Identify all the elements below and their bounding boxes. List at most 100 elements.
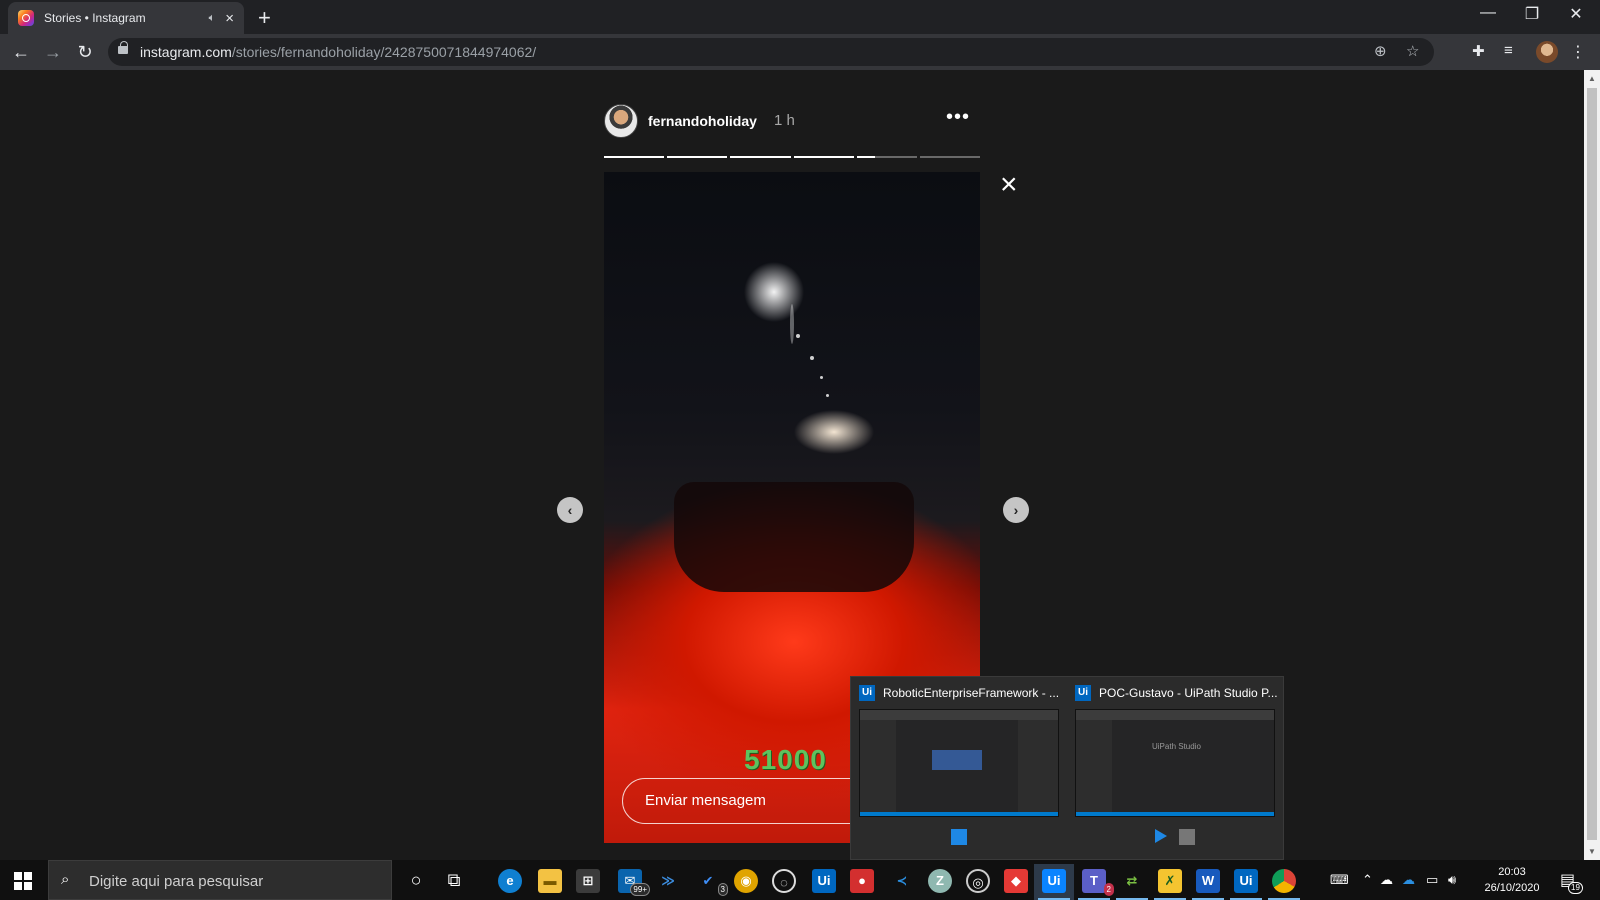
story-username[interactable]: fernandoholiday	[648, 113, 757, 129]
lock-icon[interactable]	[118, 41, 128, 54]
reply-message-input[interactable]: Enviar mensagem	[622, 778, 882, 824]
car-windshield	[674, 482, 914, 592]
progress-segment-fill	[730, 156, 791, 158]
address-bar[interactable]: instagram.com/stories/fernandoholiday/24…	[108, 38, 1434, 66]
new-tab-button[interactable]: +	[258, 5, 271, 31]
onedrive-icon[interactable]: ☁	[1380, 872, 1393, 888]
next-story-button[interactable]: ›	[1003, 497, 1029, 523]
onedrive-business-icon[interactable]: ☁	[1402, 872, 1415, 888]
network-icon[interactable]: ▭	[1426, 872, 1438, 888]
progress-segment-fill	[793, 156, 854, 158]
teams-icon[interactable]: T2	[1074, 864, 1114, 900]
story-time: 1 h	[774, 112, 795, 129]
browser-titlebar: Stories • Instagram 🔈︎ × + — ❐ ✕	[0, 0, 1600, 34]
steam-icon[interactable]: ◎	[958, 864, 998, 900]
keyboard-icon[interactable]: ⌨	[1330, 872, 1349, 888]
instagram-favicon-icon	[18, 10, 34, 26]
progress-segment	[793, 156, 854, 158]
uipath-studio-logo: UiPath Studio	[1152, 742, 1201, 751]
thumbnail-card-robotic-framework[interactable]: Ui RoboticEnterpriseFramework - ...	[851, 677, 1067, 861]
thumbnail-card-poc-gustavo[interactable]: Ui POC-Gustavo - UiPath Studio P... UiPa…	[1067, 677, 1283, 861]
zoom-icon[interactable]: ⊕	[1374, 42, 1387, 60]
search-placeholder: Digite aqui para pesquisar	[89, 873, 264, 890]
previous-story-button[interactable]: ‹	[557, 497, 583, 523]
forward-button[interactable]: →	[40, 39, 66, 65]
url-text[interactable]: instagram.com/stories/fernandoholiday/24…	[140, 44, 536, 60]
progress-segment	[919, 156, 981, 158]
progress-segment	[667, 156, 728, 158]
uipath-icon[interactable]: Ui	[804, 864, 844, 900]
azure-devops-icon[interactable]: ≫	[648, 864, 688, 900]
store-icon[interactable]: ⊞	[568, 864, 608, 900]
search-icon: ⌕	[61, 871, 70, 888]
mail-icon[interactable]: ✉ 99+	[610, 864, 650, 900]
story-header: fernandoholiday 1 h •••	[604, 104, 974, 144]
play-icon[interactable]	[1155, 829, 1167, 843]
edge-icon[interactable]: e	[490, 864, 530, 900]
file-explorer-icon[interactable]: ▬	[530, 864, 570, 900]
taskbar-clock[interactable]: 20:03 26/10/2020	[1478, 864, 1546, 896]
page-scrollbar[interactable]: ▲ ▼	[1584, 70, 1600, 860]
clock-date: 26/10/2020	[1484, 882, 1540, 894]
stop-icon[interactable]	[1179, 829, 1195, 845]
window-preview[interactable]	[859, 709, 1059, 817]
progress-segment-fill	[604, 156, 665, 158]
chrome-canary-icon[interactable]: ◉	[726, 864, 766, 900]
cortana-icon[interactable]: ○	[396, 864, 436, 900]
story-overlay-number: 51000	[744, 744, 827, 775]
windows-start-icon[interactable]	[14, 872, 32, 890]
bookmark-star-icon[interactable]: ☆	[1406, 42, 1419, 60]
network-tool-icon[interactable]: ⇄	[1112, 864, 1152, 900]
obs-icon[interactable]: ◌	[764, 864, 804, 900]
todo-icon[interactable]: ✔ 3	[688, 864, 728, 900]
close-story-button[interactable]: ×	[1000, 170, 1018, 200]
word-icon[interactable]: W	[1188, 864, 1228, 900]
reload-button[interactable]: ↻	[72, 39, 98, 65]
notification-count: 19	[1568, 882, 1583, 894]
progress-segment-fill	[856, 156, 875, 158]
restore-button[interactable]: ❐	[1512, 4, 1552, 24]
browser-tab-instagram[interactable]: Stories • Instagram 🔈︎ ×	[8, 2, 244, 34]
thumbnail-title: RoboticEnterpriseFramework - ...	[883, 686, 1060, 700]
window-preview[interactable]: UiPath Studio	[1075, 709, 1275, 817]
progress-segment	[856, 156, 917, 158]
scroll-up-icon[interactable]: ▲	[1588, 74, 1596, 83]
uipath-icon: Ui	[1075, 685, 1091, 701]
clock-time: 20:03	[1498, 866, 1526, 878]
speaker-icon[interactable]: 🔈︎	[209, 12, 216, 25]
show-hidden-icons-icon[interactable]: ⌃	[1362, 872, 1373, 888]
story-progress-bar	[604, 156, 981, 158]
windows-taskbar: ⌕ Digite aqui para pesquisar ○ ⧉ e ▬ ⊞ ✉…	[0, 860, 1600, 900]
taskbar-thumbnail-popup: Ui RoboticEnterpriseFramework - ... Ui P…	[850, 676, 1284, 860]
progress-segment-fill	[667, 156, 728, 158]
tab-title: Stories • Instagram	[44, 11, 146, 25]
scrollbar-thumb[interactable]	[1587, 88, 1597, 840]
vscode-icon[interactable]: ≺	[882, 864, 922, 900]
minimize-button[interactable]: —	[1468, 4, 1508, 22]
uipath-robot-icon[interactable]: Ui	[1226, 864, 1266, 900]
thumbnail-title: POC-Gustavo - UiPath Studio P...	[1099, 686, 1278, 700]
more-options-icon[interactable]: •••	[946, 106, 970, 129]
uipath-studio-icon[interactable]: Ui	[1034, 864, 1074, 900]
back-button[interactable]: ←	[8, 39, 34, 65]
volume-icon[interactable]: 🔊︎	[1448, 872, 1456, 888]
zoom-app-icon[interactable]: Z	[920, 864, 960, 900]
extensions-icon[interactable]: ✚	[1472, 42, 1485, 60]
uipath-icon: Ui	[859, 685, 875, 701]
media-control-icon[interactable]: ≡	[1504, 42, 1513, 59]
chrome-icon[interactable]	[1264, 864, 1304, 900]
browser-toolbar: ← → ↻ instagram.com/stories/fernandoholi…	[0, 34, 1600, 70]
taskbar-search[interactable]: ⌕ Digite aqui para pesquisar	[48, 860, 392, 900]
task-view-icon[interactable]: ⧉	[434, 864, 474, 900]
scroll-down-icon[interactable]: ▼	[1588, 847, 1596, 856]
stop-icon[interactable]	[951, 829, 967, 845]
profile-avatar[interactable]	[1536, 41, 1558, 63]
chrome-menu-icon[interactable]: ⋮	[1570, 42, 1586, 62]
record-icon[interactable]: ●	[842, 864, 882, 900]
story-avatar[interactable]	[604, 104, 638, 138]
excel-tool-icon[interactable]: ✗	[1150, 864, 1190, 900]
progress-segment	[604, 156, 665, 158]
window-close-button[interactable]: ✕	[1556, 4, 1596, 24]
anydesk-icon[interactable]: ◆	[996, 864, 1036, 900]
tab-close-icon[interactable]: ×	[225, 10, 234, 27]
